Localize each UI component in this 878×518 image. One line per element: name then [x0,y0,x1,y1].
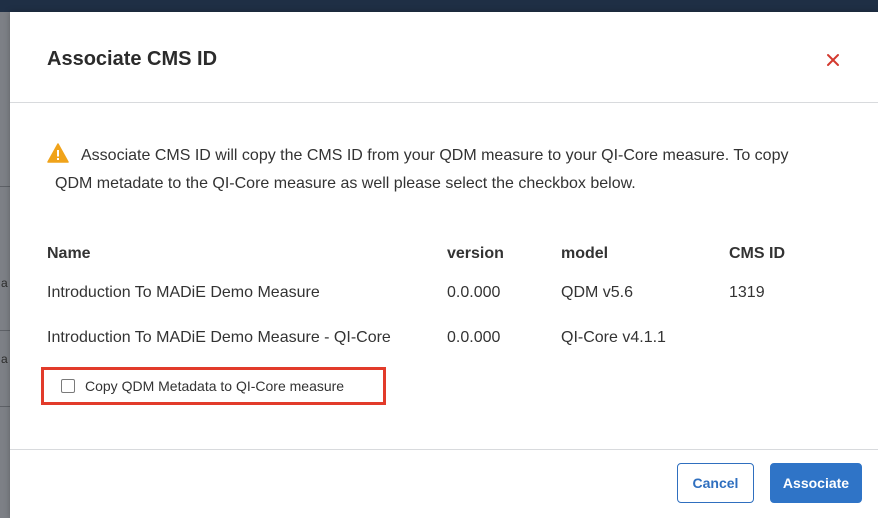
measure-table: Name version model CMS ID Introduction T… [47,238,839,360]
close-button[interactable] [822,48,844,72]
warning-icon [47,143,69,163]
dialog-footer-divider [10,449,878,450]
associate-cms-id-dialog: Associate CMS ID Associate CMS ID will c… [10,12,878,518]
measure-name-cell: Introduction To MADiE Demo Measure [47,283,320,301]
measure-name-cell: Introduction To MADiE Demo Measure - QI-… [47,328,391,346]
background-divider [0,406,10,407]
background-text-fragment: a [1,276,8,290]
cms-id-cell [729,315,839,360]
dialog-title: Associate CMS ID [47,48,218,70]
background-topbar [0,0,878,12]
column-header-model: model [561,245,609,262]
version-cell: 0.0.000 [447,283,501,301]
background-divider [0,186,10,187]
warning-message: Associate CMS ID will copy the CMS ID fr… [47,142,857,198]
dialog-header: Associate CMS ID [10,12,878,103]
copy-metadata-checkbox-label: Copy QDM Metadata to QI-Core measure [85,378,345,394]
model-cell: QI-Core v4.1.1 [561,328,666,346]
table-header-row: Name version model CMS ID [47,238,839,270]
close-icon [827,54,839,66]
background-left-strip [0,12,10,518]
table-row: Introduction To MADiE Demo Measure 0.0.0… [47,270,839,315]
background-divider [0,330,10,331]
copy-metadata-checkbox[interactable] [61,379,75,393]
column-header-name: Name [47,245,91,262]
column-header-version: version [447,245,504,262]
column-header-cms-id: CMS ID [729,245,785,262]
background-text-fragment: a [1,352,8,366]
table-row: Introduction To MADiE Demo Measure - QI-… [47,315,839,360]
copy-metadata-checkbox-row[interactable]: Copy QDM Metadata to QI-Core measure [41,367,386,405]
warning-text-line-2: QDM metadate to the QI-Core measure as w… [55,175,636,192]
cancel-button[interactable]: Cancel [677,463,754,503]
cms-id-cell: 1319 [729,283,765,301]
associate-button[interactable]: Associate [770,463,862,503]
version-cell: 0.0.000 [447,328,501,346]
warning-text-line-1: Associate CMS ID will copy the CMS ID fr… [81,147,789,164]
model-cell: QDM v5.6 [561,283,634,301]
